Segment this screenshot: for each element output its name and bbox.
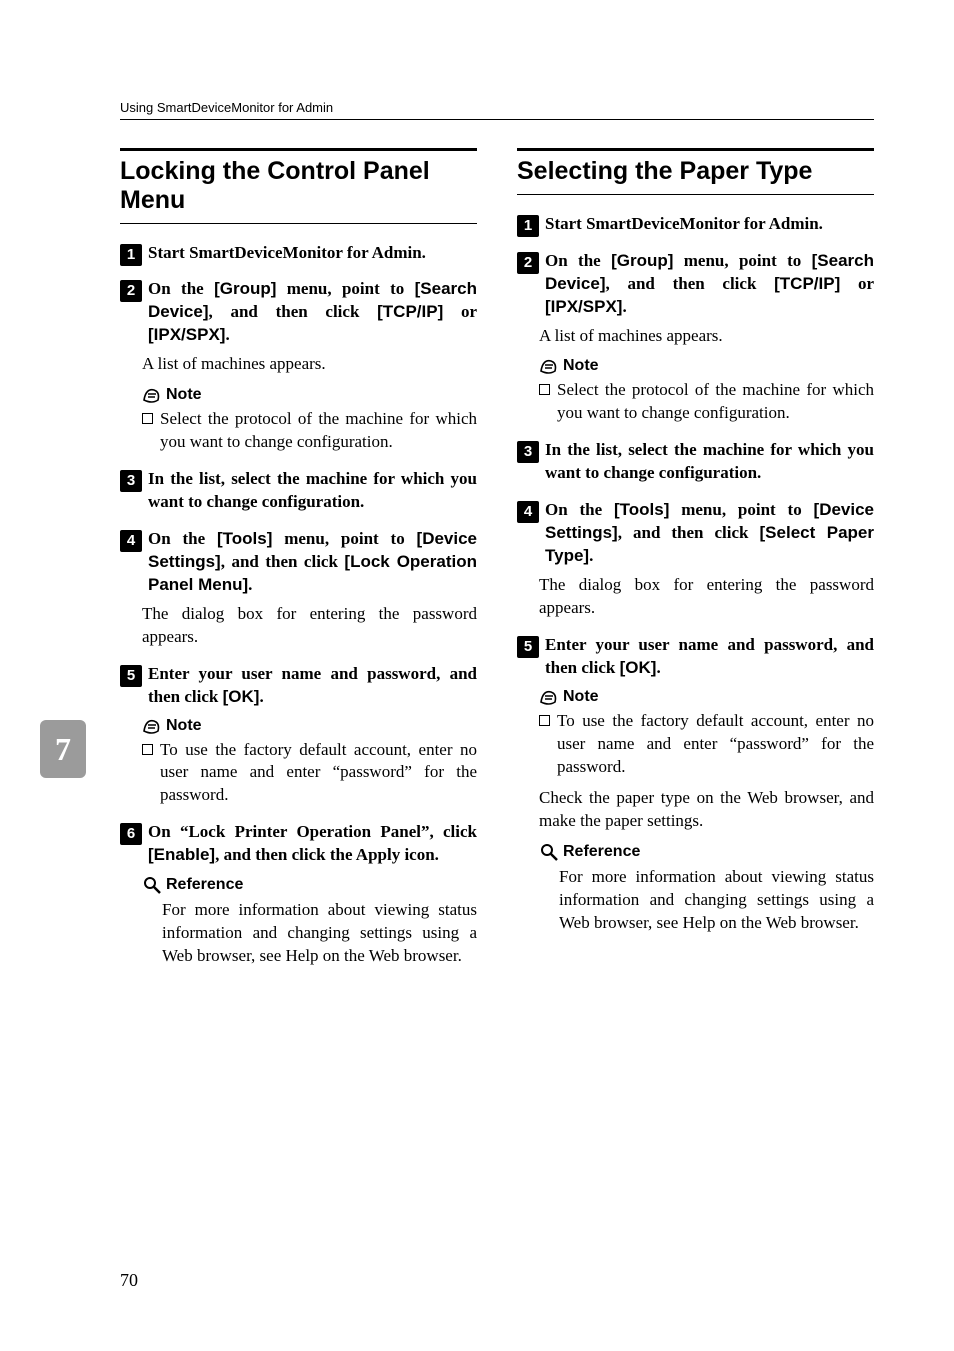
step-text: On the [Group] menu, point to [Search De… xyxy=(148,278,477,347)
section-title-right: Selecting the Paper Type xyxy=(517,148,874,195)
step-number-icon: 1 xyxy=(517,215,539,237)
running-header: Using SmartDeviceMonitor for Admin xyxy=(120,100,874,120)
step-text: Enter your user name and password, and t… xyxy=(545,634,874,680)
step-number-icon: 5 xyxy=(120,665,142,687)
step-text: Enter your user name and password, and t… xyxy=(148,663,477,709)
step-5: 5 Enter your user name and password, and… xyxy=(517,634,874,935)
left-column: Locking the Control Panel Menu 1 Start S… xyxy=(120,148,477,982)
note-text: To use the factory default account, ente… xyxy=(160,739,477,808)
reference-text: For more information about viewing statu… xyxy=(559,866,874,935)
step-text: In the list, select the machine for whic… xyxy=(148,468,477,514)
note-item: Select the protocol of the machine for w… xyxy=(142,408,477,454)
note-icon xyxy=(539,357,559,375)
step-3: 3 In the list, select the machine for wh… xyxy=(120,468,477,514)
reference-heading: Reference xyxy=(142,875,477,895)
section-tab: 7 xyxy=(40,720,86,778)
step-body: The dialog box for entering the password… xyxy=(539,574,874,620)
step-number-icon: 6 xyxy=(120,823,142,845)
step-text: On “Lock Printer Operation Panel”, click… xyxy=(148,821,477,867)
step-number-icon: 5 xyxy=(517,636,539,658)
step-1: 1 Start SmartDeviceMonitor for Admin. xyxy=(517,213,874,236)
step-body: A list of machines appears. xyxy=(142,353,477,376)
note-heading: Note xyxy=(539,357,874,375)
right-column: Selecting the Paper Type 1 Start SmartDe… xyxy=(517,148,874,982)
note-label: Note xyxy=(563,357,599,375)
step-6: 6 On “Lock Printer Operation Panel”, cli… xyxy=(120,821,477,968)
step-5: 5 Enter your user name and password, and… xyxy=(120,663,477,808)
note-heading: Note xyxy=(142,386,477,404)
step-4: 4 On the [Tools] menu, point to [Device … xyxy=(120,528,477,649)
step-3: 3 In the list, select the machine for wh… xyxy=(517,439,874,485)
section-title-left: Locking the Control Panel Menu xyxy=(120,148,477,224)
note-heading: Note xyxy=(539,688,874,706)
step-text: On the [Group] menu, point to [Search De… xyxy=(545,250,874,319)
step-number-icon: 4 xyxy=(517,501,539,523)
note-label: Note xyxy=(563,688,599,706)
step-body: A list of machines appears. xyxy=(539,325,874,348)
note-icon xyxy=(539,688,559,706)
step-text: On the [Tools] menu, point to [Device Se… xyxy=(545,499,874,568)
note-icon xyxy=(142,386,162,404)
note-item: Select the protocol of the machine for w… xyxy=(539,379,874,425)
reference-heading: Reference xyxy=(539,842,874,862)
page: Using SmartDeviceMonitor for Admin Locki… xyxy=(0,0,954,1022)
bullet-square-icon xyxy=(539,384,550,395)
step-text: On the [Tools] menu, point to [Device Se… xyxy=(148,528,477,597)
note-item: To use the factory default account, ente… xyxy=(142,739,477,808)
reference-icon xyxy=(142,875,162,895)
reference-label: Reference xyxy=(563,843,640,861)
note-label: Note xyxy=(166,386,202,404)
step-4: 4 On the [Tools] menu, point to [Device … xyxy=(517,499,874,620)
step-extra: Check the paper type on the Web browser,… xyxy=(539,787,874,833)
bullet-square-icon xyxy=(142,413,153,424)
bullet-square-icon xyxy=(142,744,153,755)
note-text: Select the protocol of the machine for w… xyxy=(160,408,477,454)
note-text: To use the factory default account, ente… xyxy=(557,710,874,779)
step-number-icon: 3 xyxy=(120,470,142,492)
step-text: In the list, select the machine for whic… xyxy=(545,439,874,485)
step-number-icon: 3 xyxy=(517,441,539,463)
bullet-square-icon xyxy=(539,715,550,726)
step-text: Start SmartDeviceMonitor for Admin. xyxy=(545,213,823,236)
reference-icon xyxy=(539,842,559,862)
step-number-icon: 4 xyxy=(120,530,142,552)
note-text: Select the protocol of the machine for w… xyxy=(557,379,874,425)
note-item: To use the factory default account, ente… xyxy=(539,710,874,779)
two-column-layout: Locking the Control Panel Menu 1 Start S… xyxy=(120,148,874,982)
reference-label: Reference xyxy=(166,876,243,894)
step-text: Start SmartDeviceMonitor for Admin. xyxy=(148,242,426,265)
note-icon xyxy=(142,717,162,735)
note-heading: Note xyxy=(142,717,477,735)
step-number-icon: 1 xyxy=(120,244,142,266)
page-number: 70 xyxy=(120,1270,138,1291)
step-number-icon: 2 xyxy=(120,280,142,302)
step-2: 2 On the [Group] menu, point to [Search … xyxy=(517,250,874,426)
step-number-icon: 2 xyxy=(517,252,539,274)
step-2: 2 On the [Group] menu, point to [Search … xyxy=(120,278,477,454)
step-body: The dialog box for entering the password… xyxy=(142,603,477,649)
reference-text: For more information about viewing statu… xyxy=(162,899,477,968)
step-1: 1 Start SmartDeviceMonitor for Admin. xyxy=(120,242,477,265)
note-label: Note xyxy=(166,717,202,735)
